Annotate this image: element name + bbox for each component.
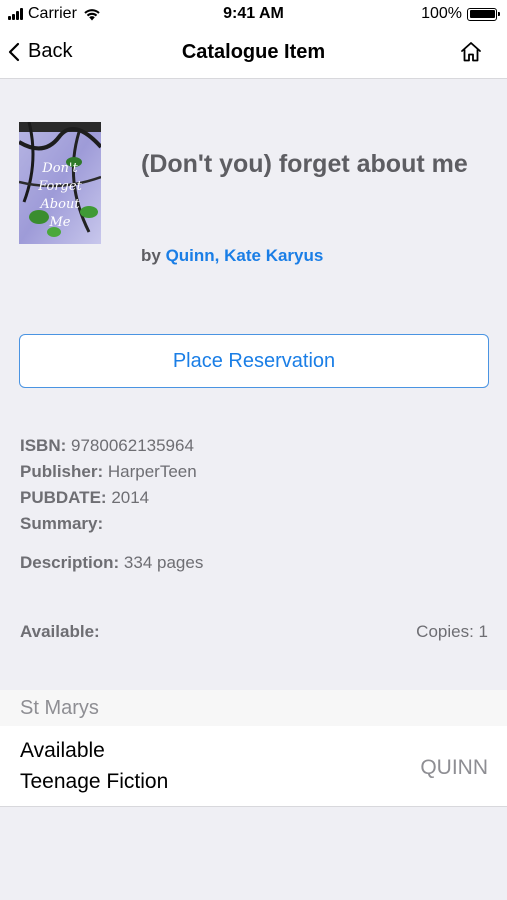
book-title: (Don't you) forget about me [141,150,468,178]
svg-text:Don't: Don't [41,161,78,176]
isbn-value: 9780062135964 [71,436,194,455]
holding-collection: Teenage Fiction [20,770,169,793]
description-label: Description: [20,553,120,572]
available-label: Available: [20,622,100,641]
home-icon [461,42,481,62]
status-bar: Carrier 9:41 AM 100% [0,0,507,30]
by-prefix: by [141,246,161,265]
author-link[interactable]: Quinn, Kate Karyus [166,246,324,265]
description-row: Description: 334 pages [20,553,203,573]
pubdate-value: 2014 [111,488,150,507]
svg-text:Forget: Forget [37,179,82,194]
pubdate-row: PUBDATE: 2014 [20,485,197,511]
navigation-bar: Back Catalogue Item [0,30,507,79]
holding-call-number: QUINN [420,756,488,779]
description-value: 334 pages [123,553,204,572]
status-right: 100% [421,5,500,23]
svg-text:Me: Me [48,215,70,230]
svg-text:About: About [39,197,80,212]
branch-section-header: St Marys [0,690,507,726]
pubdate-label: PUBDATE: [20,488,107,507]
home-button[interactable] [459,40,483,69]
battery-percent: 100% [421,5,462,22]
publisher-label: Publisher: [20,462,104,481]
publisher-value: HarperTeen [107,462,197,481]
holding-status: Available [20,739,105,762]
isbn-row: ISBN: 9780062135964 [20,433,197,459]
publisher-row: Publisher: HarperTeen [20,459,197,485]
book-cover: Don't Forget About Me [19,122,101,244]
summary-row: Summary: [20,511,197,537]
summary-label: Summary: [20,514,104,533]
copies-count: Copies: 1 [416,622,488,641]
holding-row[interactable]: Available Teenage Fiction QUINN [0,726,507,807]
book-details: ISBN: 9780062135964 Publisher: HarperTee… [20,433,197,537]
page-title: Catalogue Item [181,41,326,63]
place-reservation-button[interactable]: Place Reservation [19,334,489,388]
byline: by Quinn, Kate Karyus [141,246,323,266]
branch-name: St Marys [20,697,99,719]
battery-icon [467,7,500,21]
book-cover-image: Don't Forget About Me [19,122,101,244]
isbn-label: ISBN: [20,436,67,455]
